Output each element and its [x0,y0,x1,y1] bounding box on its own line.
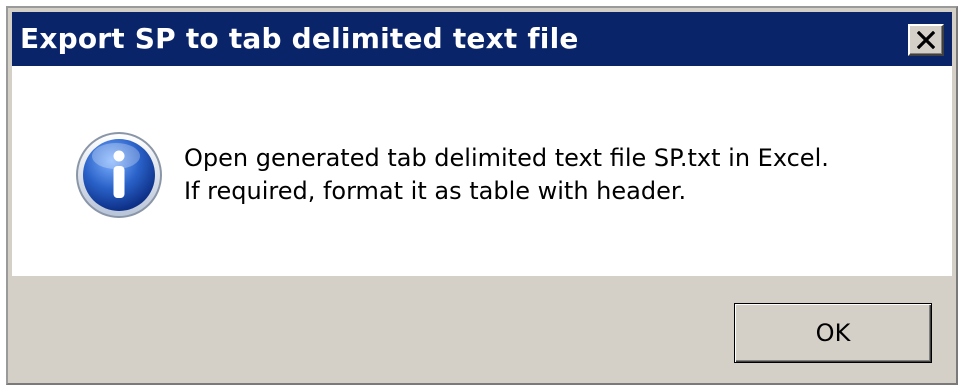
info-icon [76,132,162,218]
close-button[interactable] [908,24,944,56]
message-dialog: Export SP to tab delimited text file Ope… [6,6,958,385]
close-icon [917,31,935,49]
dialog-message: Open generated tab delimited text file S… [184,142,829,208]
ok-button[interactable]: OK [734,303,932,363]
button-bar: OK [12,276,952,379]
message-area: Open generated tab delimited text file S… [12,66,952,276]
message-line-1: Open generated tab delimited text file S… [184,144,829,172]
dialog-title: Export SP to tab delimited text file [20,22,579,55]
message-line-2: If required, format it as table with hea… [184,177,687,205]
title-bar[interactable]: Export SP to tab delimited text file [12,12,952,66]
